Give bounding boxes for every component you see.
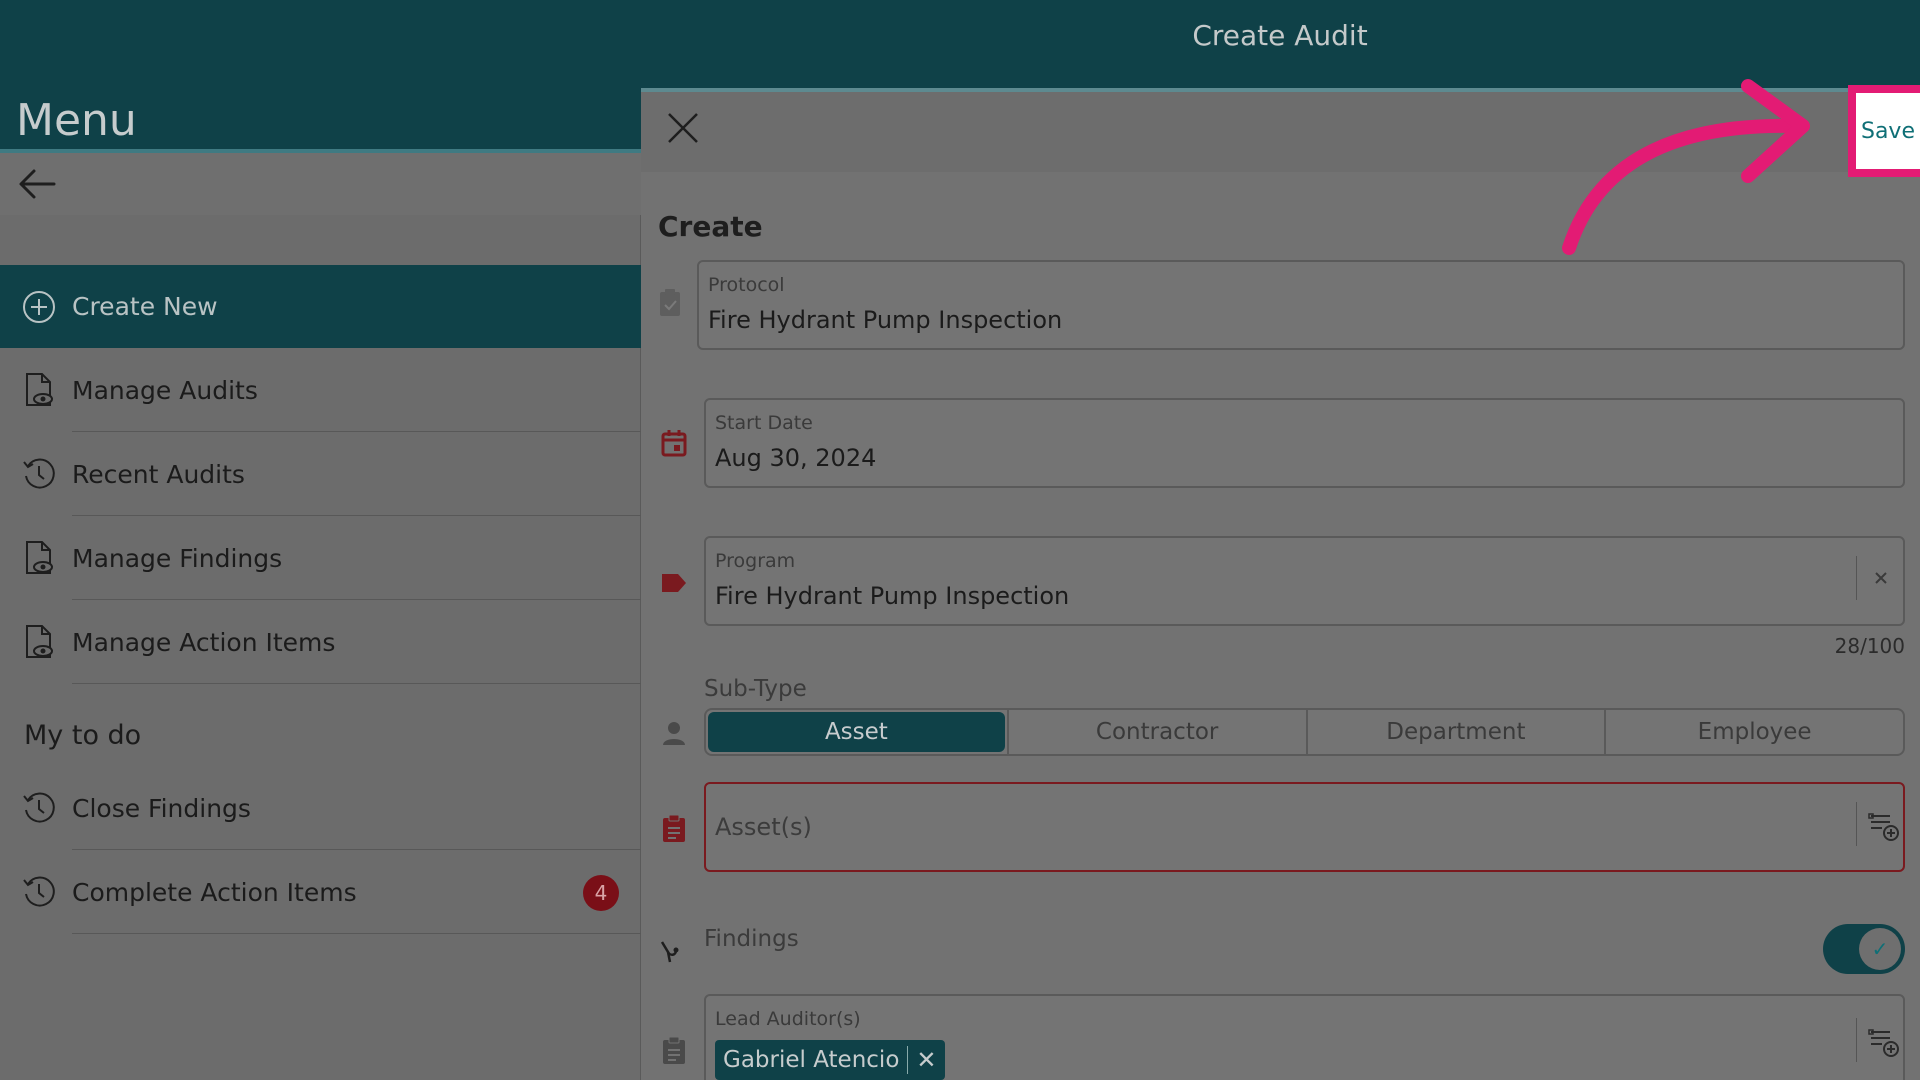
save-button[interactable]: Save xyxy=(1848,85,1920,177)
create-new-label: Create New xyxy=(72,292,218,321)
document-eye-icon xyxy=(26,625,53,658)
history-icon xyxy=(23,792,55,823)
start-date-field[interactable]: Start Date Aug 30, 2024 xyxy=(704,398,1905,488)
subtype-option-department[interactable]: Department xyxy=(1305,710,1605,754)
check-icon: ✓ xyxy=(1871,937,1889,961)
menu-title: Menu xyxy=(16,95,137,146)
auditor-chip: Gabriel Atencio ✕ xyxy=(715,1040,945,1080)
remove-chip-icon[interactable]: ✕ xyxy=(916,1046,936,1074)
menu-item-manage-action-items[interactable]: Manage Action Items xyxy=(0,600,641,684)
menu-item-label: Manage Action Items xyxy=(72,627,336,657)
annotation-arrow-icon xyxy=(1562,79,1810,255)
program-label: Program xyxy=(715,550,796,572)
findings-label: Findings xyxy=(704,926,799,952)
back-arrow-icon[interactable] xyxy=(18,167,56,201)
plus-circle-icon xyxy=(23,291,55,323)
my-todo-heading: My to do xyxy=(24,720,142,751)
history-icon xyxy=(23,876,55,907)
protocol-value: Fire Hydrant Pump Inspection xyxy=(708,306,1063,334)
add-list-icon[interactable] xyxy=(1868,1026,1900,1058)
subtype-label: Sub-Type xyxy=(704,676,807,702)
lead-auditors-label: Lead Auditor(s) xyxy=(715,1008,861,1030)
subtype-option-asset[interactable]: Asset xyxy=(708,712,1005,752)
subtype-option-contractor[interactable]: Contractor xyxy=(1006,710,1306,754)
chip-separator xyxy=(907,1046,909,1074)
program-value: Fire Hydrant Pump Inspection xyxy=(715,582,1070,610)
separator xyxy=(1856,1018,1857,1062)
menu-item-label: Close Findings xyxy=(72,793,251,823)
close-icon[interactable] xyxy=(665,110,701,146)
menu-item-label: Complete Action Items xyxy=(72,877,357,907)
chip-label: Gabriel Atencio xyxy=(723,1047,900,1073)
start-date-value: Aug 30, 2024 xyxy=(715,444,877,472)
menu-item-label: Manage Audits xyxy=(72,375,258,405)
clear-icon[interactable] xyxy=(1874,571,1888,585)
menu-item-manage-findings[interactable]: Manage Findings xyxy=(0,516,641,600)
divider xyxy=(72,933,641,934)
menu-item-label: Manage Findings xyxy=(72,543,283,573)
form-heading: Create xyxy=(658,210,763,243)
create-new-button[interactable]: Create New xyxy=(0,265,641,348)
separator xyxy=(1856,802,1857,846)
start-date-label: Start Date xyxy=(715,412,813,434)
menu-item-recent-audits[interactable]: Recent Audits xyxy=(0,432,641,516)
clipboard-list-icon xyxy=(663,1036,685,1064)
tag-icon xyxy=(662,574,686,592)
lead-auditors-field[interactable]: Lead Auditor(s) Gabriel Atencio ✕ xyxy=(704,994,1905,1080)
history-icon xyxy=(23,458,55,489)
count-badge: 4 xyxy=(583,875,619,911)
assets-field[interactable]: Asset(s) xyxy=(704,782,1905,872)
toggle-knob: ✓ xyxy=(1859,928,1901,970)
clipboard-list-icon xyxy=(663,814,685,842)
assets-placeholder: Asset(s) xyxy=(715,813,812,841)
document-eye-icon xyxy=(26,541,53,574)
menu-item-complete-action-items[interactable]: Complete Action Items 4 xyxy=(0,850,641,934)
findings-toggle[interactable]: ✓ xyxy=(1823,924,1905,974)
side-menu: Create New Manage Audits Recent Audits M… xyxy=(0,153,641,1080)
calendar-icon xyxy=(661,430,687,457)
document-eye-icon xyxy=(26,373,53,406)
top-header-bar: Create Audit xyxy=(0,0,1920,88)
menu-header: Menu xyxy=(0,88,641,153)
clipboard-check-icon xyxy=(660,289,680,316)
page-title: Create Audit xyxy=(1192,18,1368,52)
character-counter: 28/100 xyxy=(1834,634,1905,658)
back-row xyxy=(0,153,641,215)
subtype-option-employee[interactable]: Employee xyxy=(1604,710,1903,754)
stethoscope-icon xyxy=(660,941,679,963)
divider xyxy=(72,683,641,684)
person-icon xyxy=(663,722,685,745)
separator xyxy=(1856,556,1857,600)
subtype-segmented-control: Asset Contractor Department Employee xyxy=(704,708,1905,756)
protocol-field[interactable]: Protocol Fire Hydrant Pump Inspection xyxy=(697,260,1905,350)
menu-item-manage-audits[interactable]: Manage Audits xyxy=(0,348,641,432)
menu-item-label: Recent Audits xyxy=(72,459,245,489)
add-list-icon[interactable] xyxy=(1868,810,1900,842)
menu-item-close-findings[interactable]: Close Findings xyxy=(0,766,641,850)
protocol-label: Protocol xyxy=(708,274,785,296)
program-field[interactable]: Program Fire Hydrant Pump Inspection xyxy=(704,536,1905,626)
